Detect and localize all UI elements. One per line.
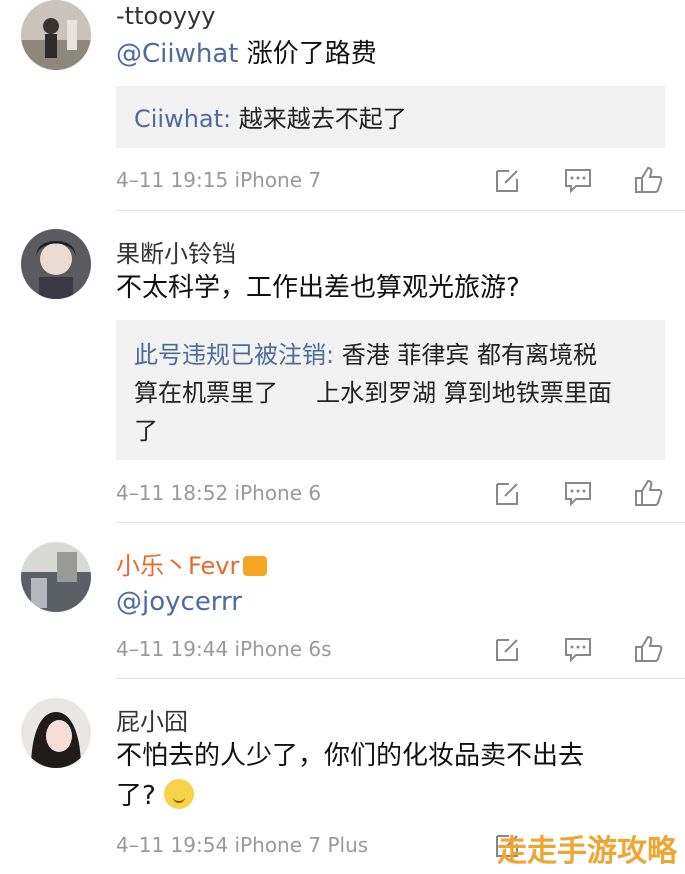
comment-meta: 4–11 19:54 iPhone 7 Plus bbox=[116, 833, 369, 857]
quote-line: 算在机票里了 上水到罗湖 算到地铁票里面 bbox=[134, 379, 612, 407]
comment-text: @joycerrr bbox=[116, 582, 242, 622]
comment-icon[interactable] bbox=[563, 634, 593, 664]
edit-icon[interactable] bbox=[493, 165, 523, 195]
edit-icon[interactable] bbox=[493, 478, 523, 508]
comment-icon[interactable] bbox=[563, 478, 593, 508]
username[interactable]: 屁小囧 bbox=[116, 702, 188, 737]
username[interactable]: 小乐丶Fevr bbox=[116, 546, 268, 581]
comment-line: 了? bbox=[116, 776, 584, 816]
quote-line: 此号违规已被注销: 香港 菲律宾 都有离境税 bbox=[134, 336, 647, 374]
comment-text: 不怕去的人少了，你们的化妆品卖不出去 了? bbox=[116, 736, 584, 816]
emoji-icon bbox=[163, 779, 194, 809]
comment-line-text: 了? bbox=[116, 781, 156, 811]
comment-text: 不太科学，工作出差也算观光旅游? bbox=[116, 273, 520, 303]
like-icon[interactable] bbox=[633, 165, 663, 195]
quote-line: 了 bbox=[134, 417, 158, 445]
watermark-logo: 走走手游攻略 bbox=[497, 834, 677, 869]
comment-body: 涨价了路费 bbox=[238, 39, 377, 69]
comment-actions bbox=[493, 165, 665, 195]
avatar[interactable] bbox=[21, 229, 91, 299]
quote-text: 越来越去不起了 bbox=[231, 105, 407, 133]
comment-meta: 4–11 18:52 iPhone 6 bbox=[116, 481, 322, 505]
like-icon[interactable] bbox=[633, 478, 663, 508]
comment-text: @Ciiwhat 涨价了路费 bbox=[116, 34, 377, 74]
comment-icon[interactable] bbox=[563, 165, 593, 195]
quote-author[interactable]: Ciiwhat: bbox=[134, 105, 231, 133]
divider bbox=[116, 522, 685, 523]
avatar[interactable] bbox=[21, 542, 91, 612]
comment-meta: 4–11 19:15 iPhone 7 bbox=[116, 168, 322, 192]
comment-line: 不怕去的人少了，你们的化妆品卖不出去 bbox=[116, 741, 585, 771]
username[interactable]: 果断小铃铛 bbox=[116, 234, 236, 269]
comment-actions bbox=[493, 634, 665, 664]
mention-link[interactable]: @joycerrr bbox=[116, 587, 242, 617]
mention-link[interactable]: @Ciiwhat bbox=[116, 39, 238, 69]
quoted-reply[interactable]: Ciiwhat: 越来越去不起了 bbox=[116, 86, 665, 148]
divider bbox=[116, 678, 685, 679]
quote-text: 香港 菲律宾 都有离境税 bbox=[334, 341, 597, 369]
divider bbox=[116, 210, 685, 211]
edit-icon[interactable] bbox=[493, 634, 523, 664]
comment-actions bbox=[493, 478, 665, 508]
avatar[interactable] bbox=[21, 0, 91, 70]
quoted-reply[interactable]: 此号违规已被注销: 香港 菲律宾 都有离境税 算在机票里了 上水到罗湖 算到地铁… bbox=[116, 320, 665, 460]
username-text[interactable]: 小乐丶Fevr bbox=[116, 552, 239, 580]
comment-meta: 4–11 19:44 iPhone 6s bbox=[116, 637, 332, 661]
vip-badge-icon bbox=[243, 556, 268, 576]
username[interactable]: -ttooyyy bbox=[116, 2, 215, 30]
avatar[interactable] bbox=[21, 698, 91, 768]
like-icon[interactable] bbox=[633, 634, 663, 664]
quote-author[interactable]: 此号违规已被注销: bbox=[134, 341, 334, 369]
